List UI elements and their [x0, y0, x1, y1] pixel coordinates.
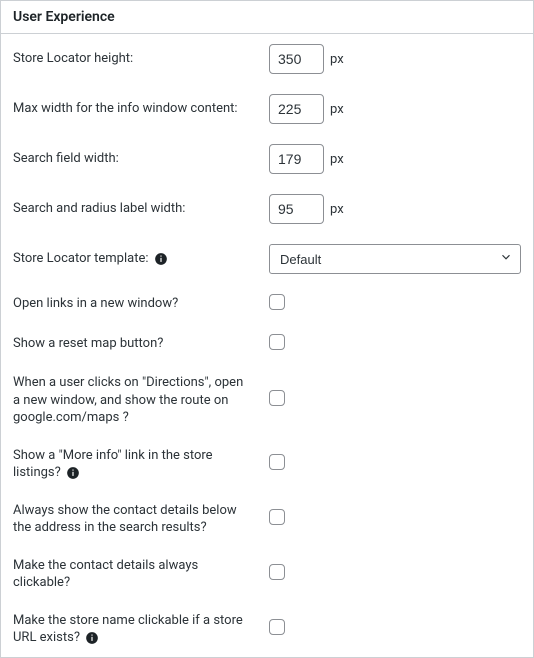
user-experience-panel: User Experience Store Locator height: px… [0, 0, 534, 658]
label-store-locator-height: Store Locator height: [13, 51, 133, 66]
open-new-window-checkbox[interactable] [269, 294, 285, 310]
label-max-info-width: Max width for the info window content: [13, 101, 238, 116]
info-icon[interactable] [85, 631, 99, 645]
label-width-input[interactable] [269, 194, 324, 224]
row-max-info-width: Max width for the info window content: p… [1, 84, 533, 134]
panel-header: User Experience [1, 1, 533, 34]
row-more-info: Show a "More info" link in the store lis… [1, 437, 533, 492]
name-click-checkbox[interactable] [269, 619, 285, 635]
panel-title: User Experience [13, 9, 521, 25]
reset-map-checkbox[interactable] [269, 334, 285, 350]
row-contact-click: Make the contact details always clickabl… [1, 547, 533, 602]
info-icon[interactable] [154, 252, 168, 266]
maxwidth-input-group: px [269, 94, 521, 124]
contact-click-checkbox[interactable] [269, 564, 285, 580]
row-reset-map: Show a reset map button? [1, 324, 533, 364]
row-template: Store Locator template: Default [1, 234, 533, 284]
search-field-width-input[interactable] [269, 144, 324, 174]
label-name-click: Make the store name clickable if a store… [13, 613, 243, 646]
row-name-click: Make the store name clickable if a store… [1, 602, 533, 657]
row-search-field-width: Search field width: px [1, 134, 533, 184]
row-label-width: Search and radius label width: px [1, 184, 533, 234]
label-open-new-window: Open links in a new window? [13, 296, 178, 311]
label-label-width: Search and radius label width: [13, 201, 185, 216]
contact-always-checkbox[interactable] [269, 509, 285, 525]
height-input-group: px [269, 44, 521, 74]
label-search-field-width: Search field width: [13, 151, 119, 166]
label-directions: When a user clicks on "Directions", open… [13, 375, 243, 425]
labelwidth-unit: px [330, 202, 344, 217]
settings-table: Store Locator height: px Max width for t… [1, 34, 533, 657]
label-contact-always: Always show the contact details below th… [13, 503, 237, 536]
label-template: Store Locator template: [13, 251, 149, 266]
info-icon[interactable] [66, 466, 80, 480]
label-reset-map: Show a reset map button? [13, 336, 163, 351]
store-locator-height-input[interactable] [269, 44, 324, 74]
labelwidth-input-group: px [269, 194, 521, 224]
searchwidth-input-group: px [269, 144, 521, 174]
row-directions: When a user clicks on "Directions", open… [1, 364, 533, 437]
row-store-locator-height: Store Locator height: px [1, 34, 533, 84]
directions-checkbox[interactable] [269, 390, 285, 406]
label-contact-click: Make the contact details always clickabl… [13, 558, 198, 591]
height-unit: px [330, 52, 344, 67]
row-open-new-window: Open links in a new window? [1, 284, 533, 324]
maxwidth-unit: px [330, 102, 344, 117]
label-more-info: Show a "More info" link in the store lis… [13, 448, 213, 481]
more-info-checkbox[interactable] [269, 454, 285, 470]
searchwidth-unit: px [330, 152, 344, 167]
template-select[interactable]: Default [269, 244, 521, 274]
max-info-width-input[interactable] [269, 94, 324, 124]
row-contact-always: Always show the contact details below th… [1, 492, 533, 547]
template-select-wrap: Default [269, 244, 521, 274]
